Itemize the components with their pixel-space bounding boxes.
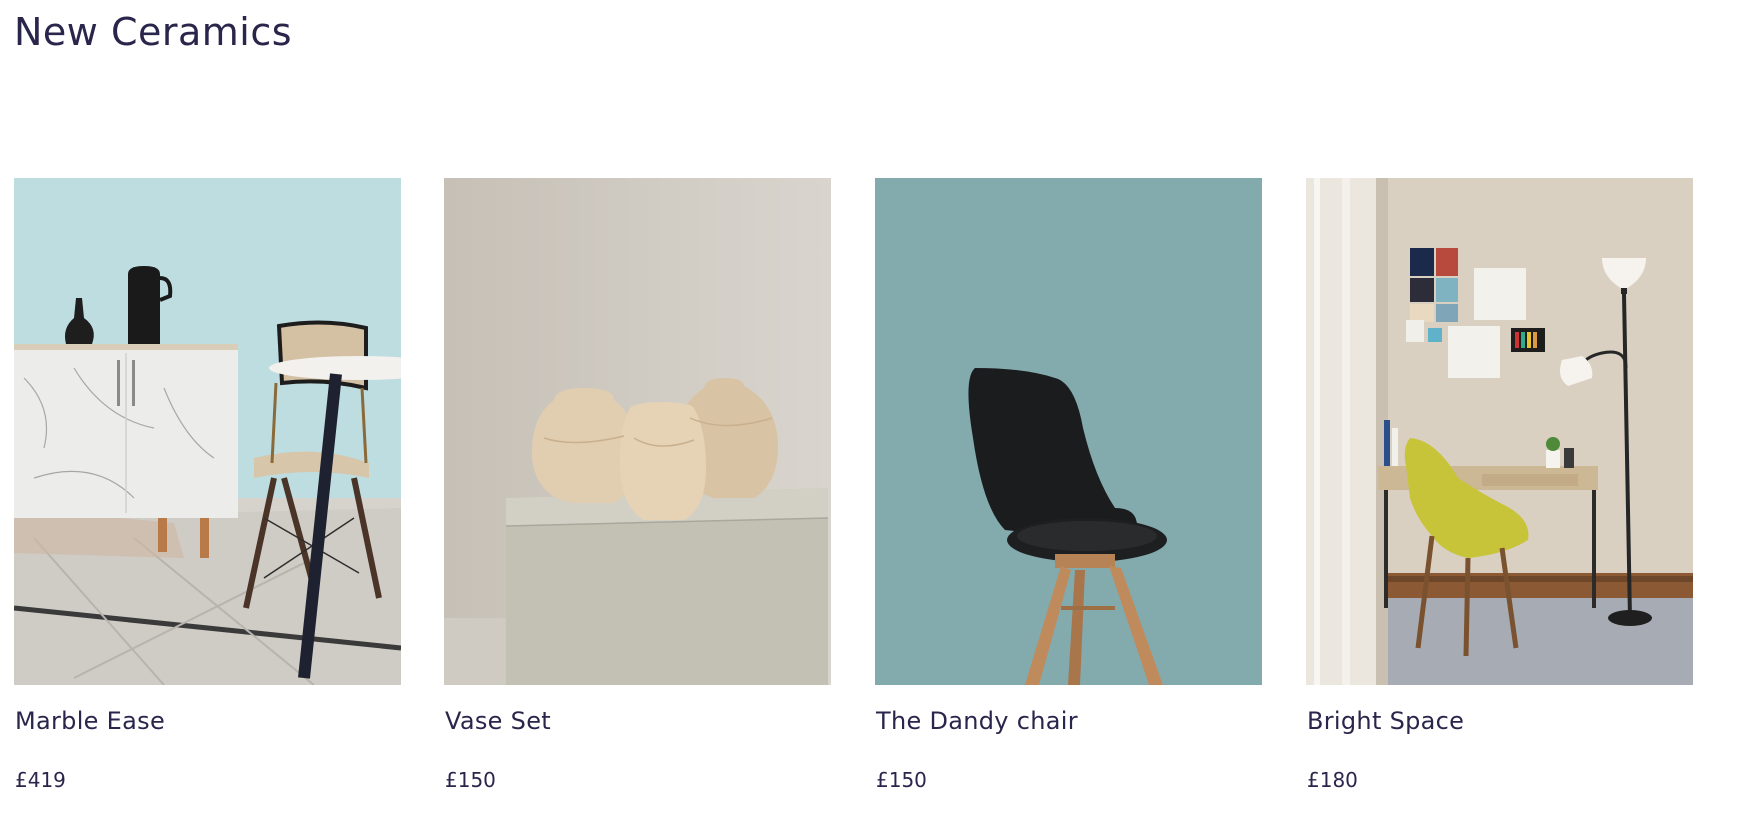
product-card[interactable]: The Dandy chair £150 bbox=[875, 178, 1262, 792]
product-price: £419 bbox=[15, 768, 66, 792]
product-price: £150 bbox=[445, 768, 496, 792]
product-card[interactable]: Vase Set £150 bbox=[444, 178, 831, 792]
product-name[interactable]: Vase Set bbox=[445, 706, 551, 736]
product-image-dandy-chair[interactable] bbox=[875, 178, 1262, 685]
product-price: £150 bbox=[876, 768, 927, 792]
product-image-vase-set[interactable] bbox=[444, 178, 831, 685]
product-grid: Marble Ease £419 Vase Set £150 The Dandy… bbox=[0, 0, 1747, 814]
product-name[interactable]: Marble Ease bbox=[15, 706, 165, 736]
product-card[interactable]: Marble Ease £419 bbox=[14, 178, 401, 792]
product-image-bright-space[interactable] bbox=[1306, 178, 1693, 685]
product-name[interactable]: The Dandy chair bbox=[876, 706, 1078, 736]
product-price: £180 bbox=[1307, 768, 1358, 792]
product-card[interactable]: Bright Space £180 bbox=[1306, 178, 1693, 792]
product-image-marble-ease[interactable] bbox=[14, 178, 401, 685]
product-name[interactable]: Bright Space bbox=[1307, 706, 1464, 736]
